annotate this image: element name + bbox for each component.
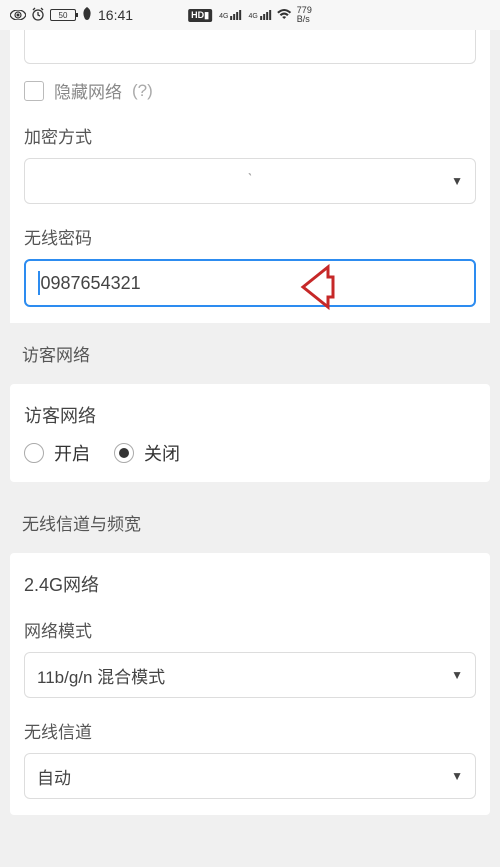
status-bar: HD▮ 4G 4G 779 B/s 50 16:41 [0, 0, 500, 30]
channel-section-title: 无线信道与频宽 [0, 492, 500, 543]
encryption-select[interactable]: ˋ ▼ [24, 158, 476, 204]
channel-value: 自动 [37, 764, 71, 789]
password-label: 无线密码 [24, 224, 476, 249]
battery-icon: 50 [50, 9, 76, 21]
content: 隐藏网络 (?) 加密方式 ˋ ▼ 无线密码 0987654321 访客网络 访… [0, 30, 500, 815]
channel-label: 无线信道 [24, 718, 476, 743]
status-right: 50 16:41 [10, 7, 133, 24]
network-mode-select[interactable]: 11b/g/n 混合模式 ▼ [24, 652, 476, 698]
text-cursor [38, 271, 40, 295]
ssid-input[interactable] [24, 30, 476, 64]
guest-network-section-title: 访客网络 [0, 323, 500, 374]
password-value: 0987654321 [41, 273, 141, 294]
network-mode-label: 网络模式 [24, 617, 476, 642]
chevron-down-icon: ▼ [451, 174, 463, 188]
help-icon[interactable]: (?) [132, 81, 153, 101]
guest-network-card: 访客网络 开启 关闭 [10, 384, 490, 482]
status-center: HD▮ 4G 4G 779 B/s [188, 6, 312, 24]
guest-network-label: 访客网络 [24, 384, 476, 428]
radio-on-label: 开启 [54, 440, 90, 466]
hidden-network-row[interactable]: 隐藏网络 (?) [24, 78, 476, 103]
radio-on[interactable] [24, 443, 44, 463]
leaf-icon [81, 7, 93, 24]
hidden-network-label: 隐藏网络 [54, 78, 122, 103]
encryption-ghost: ˋ [247, 172, 252, 190]
chevron-down-icon: ▼ [451, 668, 463, 682]
radio-off-label: 关闭 [144, 440, 180, 466]
encryption-label: 加密方式 [24, 123, 476, 148]
alarm-icon [31, 7, 45, 24]
signal-1: 4G [217, 10, 241, 20]
channel-select[interactable]: 自动 ▼ [24, 753, 476, 799]
eye-icon [10, 7, 26, 23]
wifi-settings-card: 隐藏网络 (?) 加密方式 ˋ ▼ 无线密码 0987654321 [10, 30, 490, 323]
password-input[interactable]: 0987654321 [24, 259, 476, 307]
guest-network-radio-group: 开启 关闭 [24, 440, 476, 466]
hd-badge: HD▮ [188, 9, 212, 22]
band-title: 2.4G网络 [24, 553, 476, 597]
network-speed: 779 B/s [297, 6, 312, 24]
network-mode-value: 11b/g/n 混合模式 [37, 663, 165, 688]
clock-time: 16:41 [98, 7, 133, 23]
radio-off[interactable] [114, 443, 134, 463]
wifi-icon [276, 8, 292, 23]
chevron-down-icon: ▼ [451, 769, 463, 783]
channel-card: 2.4G网络 网络模式 11b/g/n 混合模式 ▼ 无线信道 自动 ▼ [10, 553, 490, 815]
hidden-network-checkbox[interactable] [24, 81, 44, 101]
signal-2: 4G [246, 10, 270, 20]
